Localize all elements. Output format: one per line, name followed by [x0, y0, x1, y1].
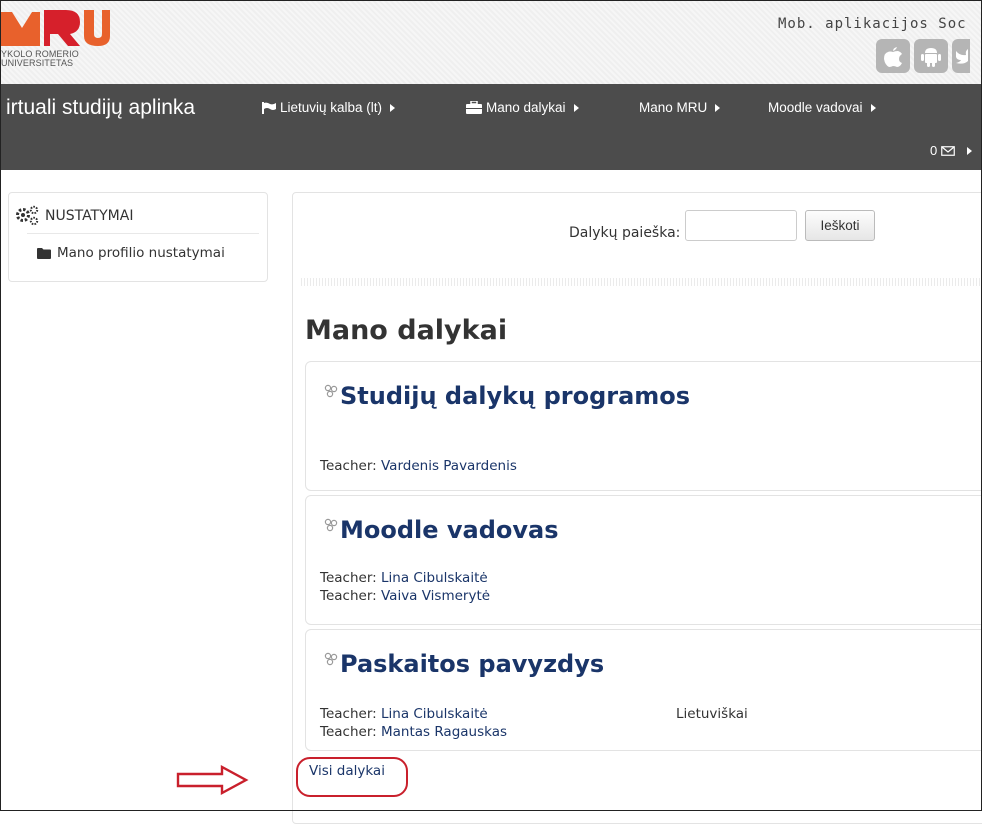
teacher-label: Teacher: — [320, 588, 377, 604]
course-title-link[interactable]: Studijų dalykų programos — [324, 382, 690, 410]
settings-header[interactable]: NUSTATYMAI — [15, 205, 133, 227]
course-title: Moodle vadovas — [340, 516, 559, 544]
divider — [27, 233, 259, 234]
course-icon — [324, 518, 338, 532]
flag-icon — [262, 101, 276, 114]
course-teacher: Teacher: Mantas Ragauskas — [320, 724, 507, 740]
nav-my-courses[interactable]: Mano dalykai — [466, 100, 579, 115]
course-teacher: Teacher: Vardenis Pavardenis — [320, 458, 517, 474]
sidebar-item-label: Mano profilio nustatymai — [57, 245, 225, 261]
sidebar-item-profile-settings[interactable]: Mano profilio nustatymai — [37, 245, 225, 261]
mru-logo[interactable] — [0, 6, 110, 46]
settings-block: NUSTATYMAI Mano profilio nustatymai — [8, 192, 268, 282]
teacher-label: Teacher: — [320, 724, 377, 740]
briefcase-icon — [466, 101, 482, 114]
nav-language[interactable]: Lietuvių kalba (lt) — [262, 100, 396, 115]
teacher-link[interactable]: Mantas Ragauskas — [381, 724, 507, 740]
app-icons — [876, 39, 970, 75]
all-courses-link[interactable]: Visi dalykai — [309, 763, 385, 779]
nav-my-mru-label: Mano MRU — [639, 100, 708, 115]
messages-menu[interactable]: 0 — [930, 143, 973, 158]
university-name: YKOLO ROMERIO UNIVERSITETAS — [1, 50, 79, 68]
teacher-link[interactable]: Lina Cibulskaitė — [381, 706, 488, 722]
university-name-line2: UNIVERSITETAS — [1, 58, 74, 68]
nav-moodle-guides-label: Moodle vadovai — [768, 100, 863, 115]
nav-my-courses-label: Mano dalykai — [486, 100, 566, 115]
teacher-link[interactable]: Vardenis Pavardenis — [381, 458, 517, 474]
course-card: Moodle vadovas Teacher: Lina Cibulskaitė… — [305, 495, 982, 625]
site-header: YKOLO ROMERIO UNIVERSITETAS Mob. aplikac… — [0, 0, 982, 84]
course-search-input[interactable] — [685, 210, 797, 241]
annotation-arrow-icon — [176, 765, 249, 795]
main-navbar: irtuali studijų aplinka Lietuvių kalba (… — [0, 84, 982, 170]
page-title: Mano dalykai — [305, 315, 508, 346]
teacher-label: Teacher: — [320, 458, 377, 474]
mobile-apps-label: Mob. aplikacijos Soc — [778, 16, 967, 32]
messages-count: 0 — [930, 143, 938, 158]
course-teacher: Teacher: Lina Cibulskaitė — [320, 706, 488, 722]
nav-moodle-guides[interactable]: Moodle vadovai — [768, 100, 876, 115]
envelope-icon — [941, 145, 956, 156]
course-icon — [324, 384, 338, 398]
teacher-label: Teacher: — [320, 570, 377, 586]
course-card: Paskaitos pavyzdys Teacher: Lina Cibulsk… — [305, 629, 982, 751]
course-icon — [324, 652, 338, 666]
course-teacher: Teacher: Lina Cibulskaitė — [320, 570, 488, 586]
main-content: Dalykų paieška: Ieškoti Mano dalykai Stu… — [292, 192, 982, 824]
course-title-link[interactable]: Moodle vadovas — [324, 516, 559, 544]
apple-icon[interactable] — [876, 39, 910, 73]
folder-icon — [37, 247, 51, 259]
caret-right-icon — [715, 103, 721, 112]
course-title: Paskaitos pavyzdys — [340, 650, 605, 678]
settings-heading: NUSTATYMAI — [45, 208, 134, 224]
course-title: Studijų dalykų programos — [340, 382, 691, 410]
divider — [301, 278, 982, 286]
nav-language-label: Lietuvių kalba (lt) — [280, 100, 383, 115]
course-search-label: Dalykų paieška: — [569, 225, 681, 241]
teacher-link[interactable]: Lina Cibulskaitė — [381, 570, 488, 586]
gears-icon — [16, 205, 39, 226]
search-button[interactable]: Ieškoti — [805, 210, 875, 241]
site-brand[interactable]: irtuali studijų aplinka — [6, 96, 195, 120]
android-icon[interactable] — [914, 39, 948, 73]
course-title-link[interactable]: Paskaitos pavyzdys — [324, 650, 604, 678]
course-language: Lietuviškai — [676, 706, 748, 722]
caret-right-icon — [967, 146, 973, 155]
course-teacher: Teacher: Vaiva Vismerytė — [320, 588, 490, 604]
course-card: Studijų dalykų programos Teacher: Varden… — [305, 361, 982, 491]
teacher-link[interactable]: Vaiva Vismerytė — [381, 588, 490, 604]
teacher-label: Teacher: — [320, 706, 377, 722]
twitter-icon[interactable] — [952, 39, 970, 73]
nav-my-mru[interactable]: Mano MRU — [639, 100, 721, 115]
caret-right-icon — [573, 103, 579, 112]
caret-right-icon — [870, 103, 876, 112]
caret-right-icon — [390, 103, 396, 112]
